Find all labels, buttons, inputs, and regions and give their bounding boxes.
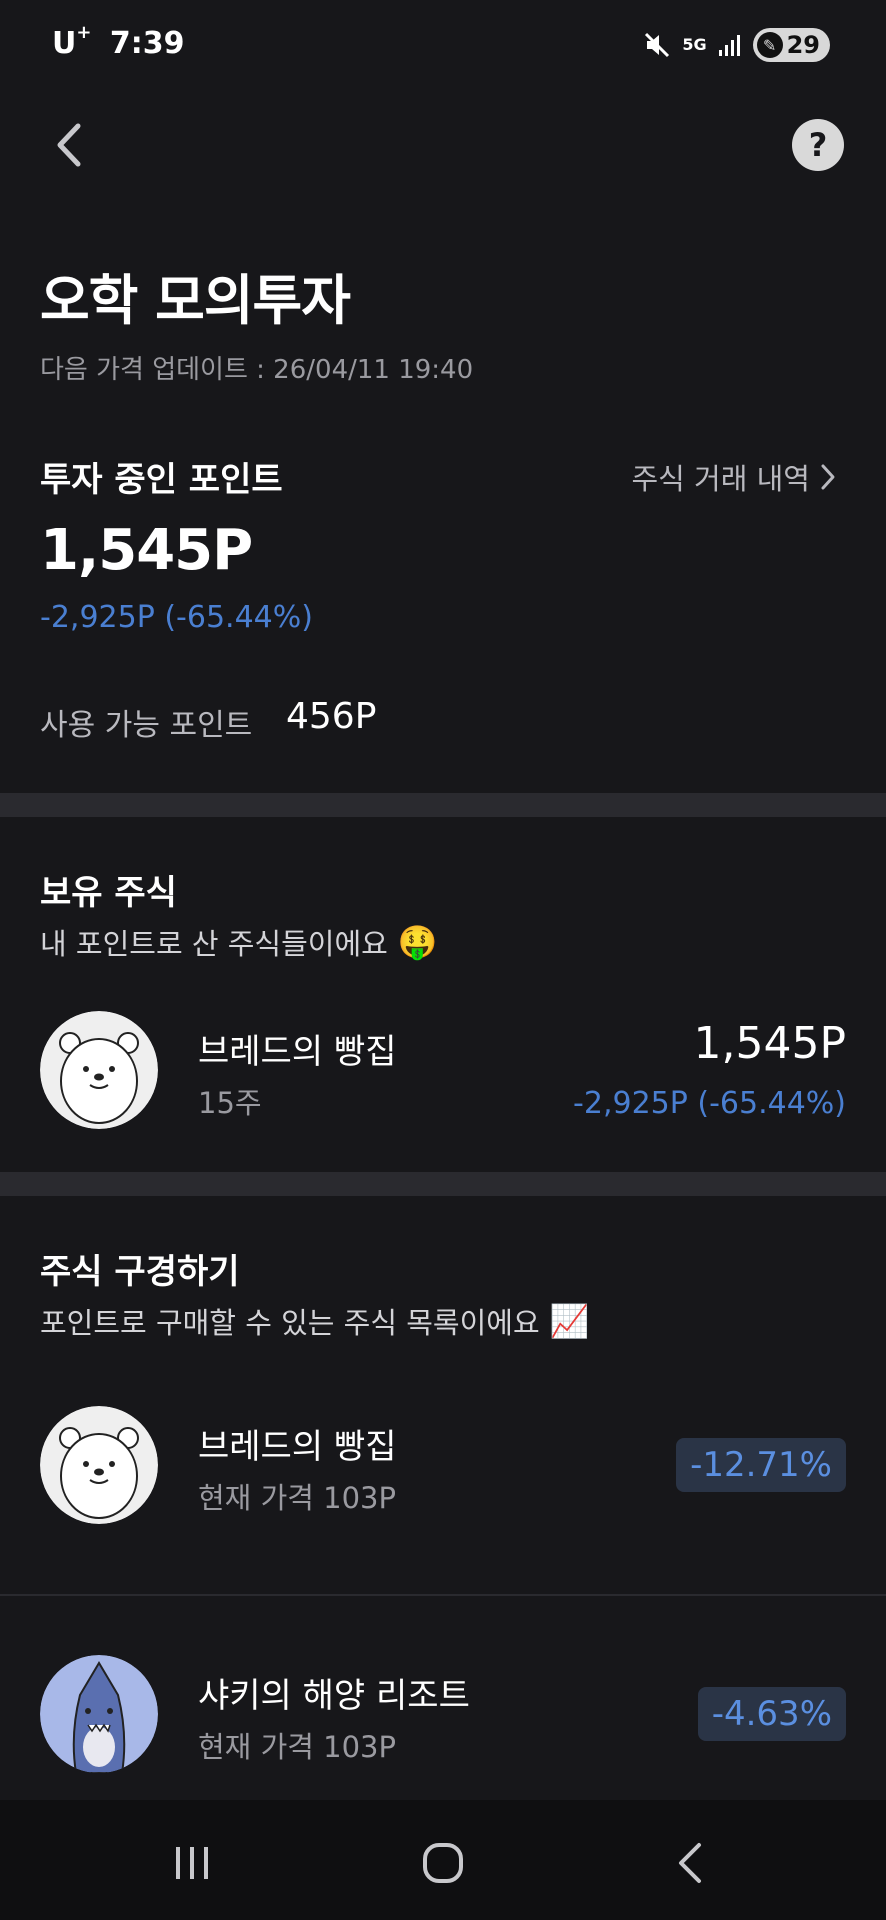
available-points-value: 456P <box>286 696 377 737</box>
trade-history-link[interactable]: 주식 거래 내역 <box>631 456 836 498</box>
back-button[interactable] <box>44 112 94 178</box>
page-title: 오학 모의투자 <box>40 269 351 332</box>
stock-price: 현재 가격 103P <box>198 1730 396 1764</box>
holdings-subtitle-text: 내 포인트로 산 주식들이에요 <box>40 927 388 961</box>
holding-value: 1,545P <box>693 1018 847 1069</box>
section-divider <box>0 793 886 817</box>
investing-change: -2,925P (-65.44%) <box>40 600 313 635</box>
stock-change-badge: -4.63% <box>697 1687 846 1741</box>
browse-subtitle: 포인트로 구매할 수 있는 주식 목록이에요 📈 <box>40 1300 590 1342</box>
signal-icon <box>717 32 743 58</box>
bear-avatar <box>40 1406 158 1524</box>
recent-apps-button[interactable] <box>170 1838 214 1888</box>
stock-name: 브레드의 빵집 <box>198 1427 397 1467</box>
holdings-subtitle: 내 포인트로 산 주식들이에요 🤑 <box>40 921 438 963</box>
section-divider <box>0 1172 886 1196</box>
battery-indicator: ✎ 29 <box>752 28 830 62</box>
trade-history-label: 주식 거래 내역 <box>631 462 810 496</box>
back-arrow-icon <box>679 1843 701 1883</box>
holdings-title: 보유 주식 <box>40 873 177 913</box>
money-face-icon: 🤑 <box>397 923 438 961</box>
battery-saver-icon: ✎ <box>756 32 783 58</box>
system-back-button[interactable] <box>672 1838 708 1888</box>
status-icons: 5G ✎ 29 <box>642 26 830 64</box>
investing-points-label: 투자 중인 포인트 <box>40 460 283 500</box>
recent-apps-icon <box>176 1847 208 1879</box>
battery-level: 29 <box>786 31 820 59</box>
network-icon: 5G <box>682 37 706 53</box>
mute-icon <box>642 30 672 60</box>
browse-title: 주식 구경하기 <box>40 1252 240 1292</box>
carrier-plus: + <box>76 22 92 43</box>
help-button[interactable]: ? <box>792 119 844 171</box>
status-bar: U+ 7:39 5G ✎ 29 <box>0 0 886 90</box>
holding-name: 브레드의 빵집 <box>198 1032 397 1072</box>
home-button[interactable] <box>418 1838 468 1888</box>
stock-change-badge: -12.71% <box>676 1438 846 1492</box>
available-points-label: 사용 가능 포인트 <box>40 708 253 743</box>
network-type: 5G <box>682 35 707 54</box>
next-update-time: 다음 가격 업데이트 : 26/04/11 19:40 <box>40 355 474 385</box>
chevron-left-icon <box>57 123 81 167</box>
clock: 7:39 <box>109 26 185 61</box>
investing-total: 1,545P <box>40 518 253 583</box>
stock-price: 현재 가격 103P <box>198 1481 396 1515</box>
screen: U+ 7:39 5G ✎ 29 ? 오학 모의투자 다음 가격 업데이트 : 2… <box>0 0 886 1920</box>
bear-avatar <box>40 1011 158 1129</box>
home-icon <box>423 1843 463 1883</box>
holding-shares: 15주 <box>198 1086 262 1120</box>
carrier-time: U+ 7:39 <box>52 22 185 61</box>
carrier-name: U <box>52 26 77 61</box>
chart-up-icon: 📈 <box>549 1302 590 1340</box>
holding-change: -2,925P (-65.44%) <box>573 1086 846 1121</box>
shark-avatar <box>40 1655 158 1773</box>
help-icon: ? <box>808 126 828 164</box>
stock-name: 샤키의 해양 리조트 <box>198 1676 470 1716</box>
chevron-right-icon <box>821 464 835 490</box>
row-separator <box>0 1594 886 1596</box>
browse-subtitle-text: 포인트로 구매할 수 있는 주식 목록이에요 <box>40 1306 540 1340</box>
